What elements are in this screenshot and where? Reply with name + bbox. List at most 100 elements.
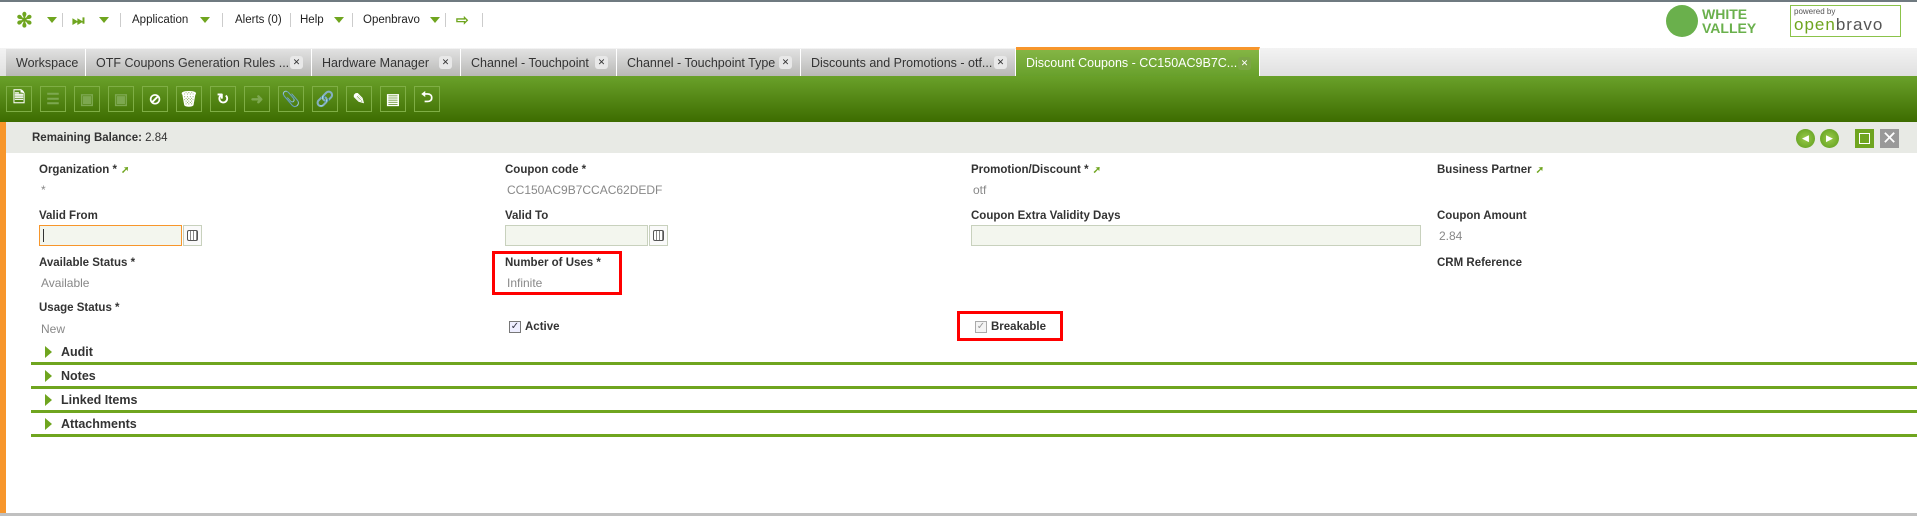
active-checkbox[interactable]: ✓ [509,321,521,333]
expand-arrow-icon [45,345,52,358]
close-icon[interactable]: ✕ [1238,57,1251,70]
close-icon[interactable]: ✕ [439,56,452,69]
process-icon: ✎ [352,91,366,108]
maximize-button[interactable] [1855,129,1874,148]
next-record-button[interactable]: ▶ [1820,129,1839,148]
tab-channel-touchpoint[interactable]: Channel - Touchpoint ✕ [461,49,617,76]
extra-validity-days-input[interactable] [971,225,1421,246]
undo-selection-icon: ⮌ [420,88,433,106]
quick-create-menu[interactable]: ⏭ [72,10,109,30]
attachment-icon: 📎 [281,91,301,108]
extra-validity-days-label: Coupon Extra Validity Days [971,210,1121,222]
save-icon: ▣ [79,91,95,108]
process-button[interactable]: ✎ [346,86,372,112]
expand-arrow-icon [45,417,52,430]
delete-button[interactable]: 🗑 [176,86,202,112]
alerts-link[interactable]: Alerts (0) [235,10,282,30]
remaining-balance-value: 2.84 [145,132,168,144]
tab-hardware-manager[interactable]: Hardware Manager ✕ [312,49,461,76]
export-icon: ➜ [250,91,264,108]
crm-reference-label: CRM Reference [1437,257,1522,269]
logout-button[interactable]: ⇨ [456,10,469,30]
link-button[interactable]: 🔗 [312,86,338,112]
available-status-value: Available [41,276,90,290]
close-icon: ✕ [1881,128,1898,148]
arrow-right-icon: ▶ [1826,133,1833,143]
active-indicator [0,122,6,516]
valid-to-label: Valid To [505,210,549,222]
white-valley-logo: WHITE VALLEY [1666,4,1762,38]
close-form-button[interactable]: ✕ [1880,129,1899,148]
maximize-icon [1859,133,1870,144]
link-icon: 🔗 [315,91,335,108]
undo-selection-button[interactable]: ⮌ [414,86,440,112]
valid-from-label: Valid From [39,210,98,222]
layout-icon: ▤ [385,91,401,108]
organization-value: * [41,183,46,197]
tab-channel-touchpoint-type[interactable]: Channel - Touchpoint Type ✕ [617,49,801,76]
openbravo-logo: powered by openbravo [1790,5,1901,37]
link-arrow-icon: ➚ [1535,165,1544,176]
expand-arrow-icon [45,393,52,406]
valid-from-calendar-button[interactable] [183,225,202,246]
section-audit[interactable]: Audit [31,341,1917,365]
expand-arrow-icon [45,369,52,382]
remaining-balance-label: Remaining Balance: [32,132,142,144]
link-arrow-icon: ➚ [120,165,130,176]
attachment-button[interactable]: 📎 [278,86,304,112]
close-icon[interactable]: ✕ [994,56,1007,69]
coupon-amount-value: 2.84 [1439,229,1463,243]
section-notes[interactable]: Notes [31,365,1917,389]
promotion-label: Promotion/Discount * ➚ [971,164,1101,176]
usage-status-label: Usage Status * [39,302,120,314]
section-linked-items[interactable]: Linked Items [31,389,1917,413]
close-icon[interactable]: ✕ [779,56,792,69]
available-status-label: Available Status * [39,257,136,269]
calendar-icon [187,230,198,241]
delete-icon: 🗑 [179,91,199,108]
active-label: Active [525,321,560,333]
user-menu[interactable]: Openbravo [363,10,440,30]
refresh-button[interactable]: ↻ [210,86,236,112]
coupon-code-value: CC150AC9B7CCAC62DEDF [507,183,663,197]
tab-workspace[interactable]: Workspace [6,49,86,76]
section-attachments[interactable]: Attachments [31,413,1917,437]
new-document-icon: 🗎 [12,88,26,106]
close-icon[interactable]: ✕ [595,56,608,69]
tab-discounts-and-promotions[interactable]: Discounts and Promotions - otf... ✕ [801,49,1016,76]
usage-status-value: New [41,322,66,336]
new-document-button[interactable]: 🗎 [6,86,32,112]
refresh-icon: ↻ [216,91,230,108]
top-border [0,0,1917,2]
application-menu[interactable]: Application [132,10,211,30]
quick-launch-menu[interactable]: ✻ [16,10,57,32]
valid-to-calendar-button[interactable] [649,225,668,246]
fast-forward-icon: ⏭ [72,11,85,28]
valid-to-input[interactable] [505,225,648,246]
layout-button[interactable]: ▤ [380,86,406,112]
save-close-icon: ▣ [113,91,129,108]
tab-discount-coupons[interactable]: Discount Coupons - CC150AC9B7C... ✕ [1016,47,1260,76]
grid-view-icon: ☰ [46,91,60,108]
arrow-left-icon: ◀ [1802,133,1809,143]
previous-record-button[interactable]: ◀ [1796,129,1815,148]
valid-from-input[interactable] [39,225,182,246]
save-close-button[interactable]: ▣ [108,86,134,112]
coupon-code-label: Coupon code * [505,164,587,176]
grid-view-button[interactable]: ☰ [40,86,66,112]
help-menu[interactable]: Help [300,10,344,30]
link-arrow-icon: ➚ [1092,165,1101,176]
highlight-breakable [957,311,1063,341]
cancel-button[interactable]: ⊘ [142,86,168,112]
calendar-icon [653,230,664,241]
business-partner-label: Business Partner ➚ [1437,164,1544,176]
status-bar: Remaining Balance: 2.84 [6,122,1917,153]
coupon-amount-label: Coupon Amount [1437,210,1527,222]
organization-label: Organization * ➚ [39,164,130,176]
export-button[interactable]: ➜ [244,86,270,112]
promotion-value: otf [973,183,987,197]
close-icon[interactable]: ✕ [290,56,303,69]
cancel-icon: ⊘ [148,91,162,108]
save-button[interactable]: ▣ [74,86,100,112]
tab-otf-coupons-generation-rules[interactable]: OTF Coupons Generation Rules ... ✕ [86,49,312,76]
